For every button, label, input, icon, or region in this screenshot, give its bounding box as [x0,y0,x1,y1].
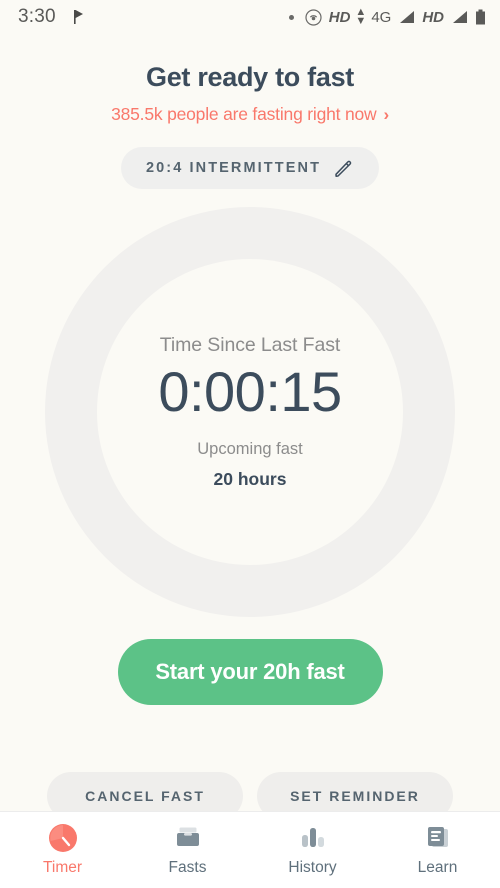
signal-bars-icon [453,11,467,23]
nav-item-history[interactable]: History [250,812,375,888]
pencil-icon[interactable] [333,158,354,179]
article-doc-icon [423,823,453,853]
page-title: Get ready to fast [146,62,354,92]
archive-box-icon [173,823,203,853]
data-transfer-arrows-icon: ▲ ▼ [355,6,367,27]
time-since-label: Time Since Last Fast [159,333,341,356]
status-hd-label-2: HD [422,8,444,26]
signal-bars-icon [400,11,415,23]
status-bar-right-icons: HD ▲ ▼ 4G HD [288,6,486,27]
status-network-label: 4G [371,8,392,26]
bottom-navigation-bar: Timer Fasts History Learn [0,811,500,888]
timer-readout: Time Since Last Fast 0:00:15 Upcoming fa… [0,207,500,617]
start-fast-container: Start your 20h fast [0,639,500,705]
nav-label-learn: Learn [417,859,458,876]
elapsed-time-value: 0:00:15 [158,359,342,423]
chevron-right-icon: › [383,105,389,124]
battery-icon [476,9,485,25]
bar-chart-icon [298,823,328,853]
plan-chip-container: 20:4 INTERMITTENT [0,147,500,189]
status-bar-time: 3:30 [18,6,56,27]
status-bar: 3:30 HD ▲ ▼ 4G HD [0,0,500,34]
flag-icon [73,10,83,24]
nav-item-fasts[interactable]: Fasts [125,812,250,888]
upcoming-fast-label: Upcoming fast [197,440,303,459]
timer-clock-icon [48,823,78,853]
hotspot-icon [305,8,322,26]
fasting-plan-chip[interactable]: 20:4 INTERMITTENT [120,147,380,189]
dot-icon [288,14,294,20]
header: Get ready to fast 385.5k people are fast… [0,62,500,125]
status-hd-label-1: HD [328,8,351,26]
nav-label-timer: Timer [42,859,83,876]
nav-item-learn[interactable]: Learn [375,812,500,888]
nav-label-fasts: Fasts [168,859,207,876]
fasting-now-count-text: 385.5k people are fasting right now [111,104,377,124]
status-bar-left-icons [70,8,88,26]
nav-label-history: History [288,859,337,876]
upcoming-fast-duration: 20 hours [213,469,287,490]
start-fast-button[interactable]: Start your 20h fast [117,639,383,705]
nav-item-timer[interactable]: Timer [0,812,125,888]
fasting-now-link[interactable]: 385.5k people are fasting right now › [111,104,389,125]
timer-ring-area: Time Since Last Fast 0:00:15 Upcoming fa… [0,207,500,627]
fasting-plan-label: 20:4 INTERMITTENT [145,160,322,176]
